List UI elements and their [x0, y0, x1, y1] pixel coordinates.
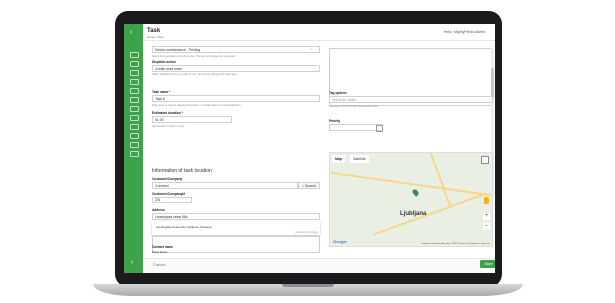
- tasks-icon[interactable]: [130, 61, 139, 67]
- reports-icon[interactable]: [130, 106, 139, 112]
- user-menu[interactable]: Hello, MightyFields Admin: [444, 30, 485, 34]
- address-field[interactable]: Litostrojska cesta 58c: [152, 213, 320, 220]
- priority-field[interactable]: [329, 124, 383, 131]
- dispatch-label: Dispatch action: [152, 60, 176, 64]
- inventory-icon[interactable]: [130, 124, 139, 130]
- map-city-label: Ljubljana: [400, 211, 427, 217]
- chevron-left-icon[interactable]: ‹: [130, 29, 136, 36]
- priority-stepper[interactable]: [376, 125, 383, 132]
- google-logo: Google: [333, 239, 347, 244]
- customer-id-field[interactable]: 201: [152, 197, 192, 203]
- tag-hint: Use tags to filter through unassigned ta…: [329, 105, 379, 108]
- customer-id-label: Customer/CompanyId: [152, 192, 186, 196]
- map-road: [418, 153, 452, 207]
- settings-icon[interactable]: [130, 142, 139, 148]
- dispatch-value: Create work order: [155, 67, 183, 71]
- location-section-title: Information of task location: [152, 168, 212, 174]
- integrations-icon[interactable]: [130, 151, 139, 157]
- calendar-icon[interactable]: [130, 70, 139, 76]
- laptop-notch: [282, 284, 334, 287]
- customer-value: Comland: [155, 184, 169, 188]
- cancel-button[interactable]: Cancel: [153, 262, 165, 267]
- documents-icon[interactable]: [130, 115, 139, 121]
- save-button[interactable]: Save: [480, 260, 495, 268]
- template-value: Device maintenance - Printing: [155, 48, 201, 52]
- map-footer: Keyboard shortcuts Map data ©2023 Terms …: [421, 243, 490, 245]
- clear-icon[interactable]: × ⌄: [310, 47, 315, 51]
- contact-value: Marko Zupan: [152, 251, 168, 254]
- address-label: Address: [152, 208, 165, 212]
- customer-field[interactable]: Comland: [152, 182, 298, 189]
- customer-label: Customer/Company: [152, 177, 183, 181]
- duration-field[interactable]: 01:00: [152, 116, 232, 123]
- customer-search-button[interactable]: ⌕ Search: [298, 182, 320, 189]
- address-value: Litostrojska cesta 58c: [155, 215, 188, 219]
- forms-icon[interactable]: [130, 88, 139, 94]
- tag-placeholder: Select an option: [332, 98, 357, 102]
- duration-hint: Set duration of task in hours: [152, 125, 185, 128]
- duration-label: Estimated duration *: [152, 111, 183, 115]
- dispatch-select[interactable]: Create work order: [152, 65, 320, 72]
- street-view-icon[interactable]: [484, 197, 489, 204]
- breadcrumb[interactable]: Home / Task: [147, 35, 164, 39]
- notes-textarea[interactable]: [152, 236, 320, 253]
- tag-select[interactable]: Select an option: [329, 96, 493, 103]
- suggestion-item[interactable]: Litostrojska Cesta 40c Ljubljana, Sloven…: [156, 225, 212, 229]
- priority-label: Priority: [329, 119, 341, 123]
- map-road: [330, 171, 492, 196]
- map-tab-map[interactable]: Map: [332, 155, 346, 163]
- task-name-field[interactable]: Task 6: [152, 95, 320, 102]
- app-screen: ‹ › Task Home / Task Hello, MightyFields…: [124, 24, 495, 273]
- customers-icon[interactable]: [130, 133, 139, 139]
- contact-label: Contact name: [152, 245, 174, 249]
- duration-value: 01:00: [155, 118, 164, 122]
- form-footer: [143, 258, 495, 273]
- fullscreen-icon[interactable]: [481, 156, 489, 164]
- task-name-hint: Task name is used to display information…: [152, 104, 242, 107]
- address-suggestions: Litostrojska Cesta 40c Ljubljana, Sloven…: [152, 221, 320, 235]
- search-button-label: Search: [305, 184, 316, 188]
- users-icon[interactable]: [130, 79, 139, 85]
- dispatch-hint: Select dispatch action you wish to use. …: [152, 73, 238, 76]
- map-tab-satellite[interactable]: Satellite: [350, 155, 369, 163]
- scrollbar-thumb[interactable]: [491, 68, 494, 98]
- location-map[interactable]: Map Satellite Ljubljana + − Google Keybo…: [329, 152, 493, 247]
- header-divider: [143, 40, 495, 41]
- location-pin-icon[interactable]: [411, 188, 420, 197]
- template-select[interactable]: Device maintenance - Printing: [152, 46, 320, 53]
- nav-rail: ‹ ›: [124, 24, 143, 273]
- map-road: [373, 192, 487, 235]
- chevron-down-icon[interactable]: ⌄: [313, 66, 316, 70]
- zoom-out-button[interactable]: −: [483, 223, 490, 230]
- template-hint: Select from template you wish to use. Yo…: [152, 55, 236, 58]
- chevron-down-icon[interactable]: ⌄: [487, 97, 490, 101]
- zoom-in-button[interactable]: +: [483, 213, 490, 220]
- dashboard-icon[interactable]: [130, 52, 139, 58]
- task-name-value: Task 6: [155, 97, 165, 101]
- chevron-right-icon[interactable]: ›: [131, 259, 133, 266]
- customer-id-value: 201: [155, 198, 161, 202]
- powered-by-google: powered by Google: [295, 231, 319, 234]
- task-name-label: Task name *: [152, 90, 171, 94]
- tag-label: Tag options: [329, 91, 347, 95]
- map-icon[interactable]: [130, 97, 139, 103]
- page-title: Task: [147, 28, 161, 34]
